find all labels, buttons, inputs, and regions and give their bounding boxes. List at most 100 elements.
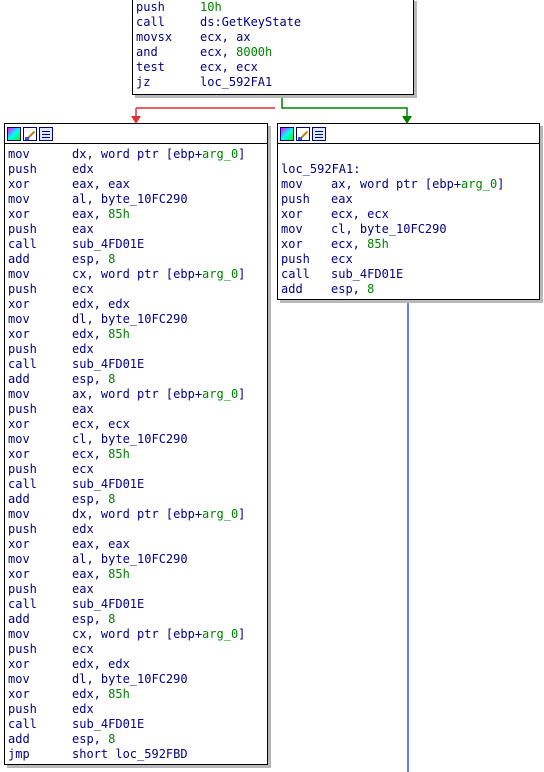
rename-icon[interactable] [296, 126, 310, 141]
operands: sub_4FD01E [72, 597, 144, 612]
instruction-line[interactable]: push eax [5, 582, 267, 597]
instruction-line[interactable]: jz loc_592FA1 [133, 75, 413, 90]
instruction-line[interactable]: mov cx, word ptr [ebp+arg_0] [5, 267, 267, 282]
constant-operand: 10h [200, 0, 222, 14]
operands: edx, 85h [72, 327, 130, 342]
instruction-line[interactable]: push ecx [5, 282, 267, 297]
instruction-line[interactable]: push ecx [5, 462, 267, 477]
mnemonic: xor [8, 537, 30, 551]
mnemonic: mov [8, 192, 30, 206]
instruction-line[interactable]: add esp, 8 [278, 282, 539, 297]
operands: eax, 85h [72, 207, 130, 222]
operands: ecx [72, 282, 94, 297]
operand-text: edx, [72, 327, 109, 341]
graph-overview-icon[interactable] [280, 126, 294, 141]
instruction-line[interactable]: test ecx, ecx [133, 60, 413, 75]
location-label[interactable]: loc_592FA1: [278, 162, 539, 177]
instruction-line[interactable]: xor edx, edx [5, 297, 267, 312]
instruction-line[interactable]: push edx [5, 702, 267, 717]
right-block-code: loc_592FA1: mov ax, word ptr [ebp+arg_0] p… [278, 144, 539, 297]
instruction-line[interactable]: mov dx, word ptr [ebp+arg_0] [5, 507, 267, 522]
right-code-block[interactable]: loc_592FA1: mov ax, word ptr [ebp+arg_0] p… [277, 123, 540, 300]
instruction-line[interactable]: mov cx, word ptr [ebp+arg_0] [5, 627, 267, 642]
instruction-line[interactable]: xor eax, 85h [5, 207, 267, 222]
instruction-line[interactable]: xor eax, eax [5, 537, 267, 552]
instruction-line[interactable]: xor ecx, ecx [5, 417, 267, 432]
instruction-line[interactable]: and ecx, 8000h [133, 45, 413, 60]
instruction-line[interactable]: mov al, byte_10FC290 [5, 192, 267, 207]
instruction-line[interactable]: xor eax, eax [5, 177, 267, 192]
operands: cx, word ptr [ebp+arg_0] [72, 267, 245, 282]
instruction-line[interactable]: mov al, byte_10FC290 [5, 552, 267, 567]
mnemonic: xor [8, 447, 30, 461]
mnemonic: mov [8, 627, 30, 641]
operands: loc_592FA1 [200, 75, 272, 90]
rename-icon[interactable] [23, 126, 37, 141]
operand-text: ecx, ecx [200, 60, 258, 74]
instruction-line[interactable]: add esp, 8 [5, 252, 267, 267]
instruction-line[interactable]: add esp, 8 [5, 372, 267, 387]
operand-text: esp, [72, 252, 109, 266]
operands: eax, eax [72, 177, 130, 192]
instruction-line[interactable]: call sub_4FD01E [5, 237, 267, 252]
instruction-line[interactable]: mov dl, byte_10FC290 [5, 672, 267, 687]
instruction-line[interactable]: xor eax, 85h [5, 567, 267, 582]
instruction-line[interactable]: movsx ecx, ax [133, 30, 413, 45]
instruction-line[interactable]: push edx [5, 162, 267, 177]
instruction-line[interactable]: add esp, 8 [5, 492, 267, 507]
operand-text: dl, byte_10FC290 [72, 672, 188, 686]
constant-operand: 8 [367, 282, 375, 296]
constant-operand: 8 [108, 252, 116, 266]
instruction-line[interactable]: mov ax, word ptr [ebp+arg_0] [278, 177, 539, 192]
operands: sub_4FD01E [72, 477, 144, 492]
operands: ecx, ecx [200, 60, 258, 75]
instruction-line[interactable]: push ecx [5, 642, 267, 657]
instruction-line[interactable]: xor edx, 85h [5, 327, 267, 342]
instruction-line[interactable]: xor edx, 85h [5, 687, 267, 702]
operand-text: ecx, [331, 237, 368, 251]
operands: sub_4FD01E [331, 267, 403, 282]
top-code-block[interactable]: push 10h call ds:GetKeyState movsx ecx, ax and… [132, 0, 414, 95]
instruction-line[interactable]: call sub_4FD01E [5, 477, 267, 492]
instruction-line[interactable]: jmp short loc_592FBD [5, 747, 267, 762]
instruction-line[interactable]: mov ax, word ptr [ebp+arg_0] [5, 387, 267, 402]
operands: eax [331, 192, 353, 207]
operand-text: sub_4FD01E [331, 267, 404, 281]
instruction-line[interactable]: push edx [5, 342, 267, 357]
left-code-block[interactable]: mov dx, word ptr [ebp+arg_0] push edx xor eax… [4, 123, 268, 765]
instruction-line[interactable]: push ecx [278, 252, 539, 267]
instruction-line[interactable]: push eax [5, 222, 267, 237]
instruction-line[interactable]: push 10h [133, 0, 413, 15]
instruction-line[interactable]: xor ecx, 85h [278, 237, 539, 252]
instruction-line[interactable]: push eax [278, 192, 539, 207]
instruction-line[interactable]: push edx [5, 522, 267, 537]
instruction-line[interactable]: xor edx, edx [5, 657, 267, 672]
instruction-line[interactable]: call sub_4FD01E [5, 717, 267, 732]
operand-text: esp, [72, 732, 109, 746]
operand-text: eax, eax [72, 537, 130, 551]
mnemonic: call [8, 237, 37, 251]
instruction-line[interactable]: mov dx, word ptr [ebp+arg_0] [5, 147, 267, 162]
instruction-line[interactable]: mov dl, byte_10FC290 [5, 312, 267, 327]
instruction-line[interactable]: xor ecx, ecx [278, 207, 539, 222]
operands: sub_4FD01E [72, 717, 144, 732]
operands: ecx, ecx [72, 417, 130, 432]
instruction-line[interactable]: add esp, 8 [5, 612, 267, 627]
instruction-line[interactable]: call sub_4FD01E [278, 267, 539, 282]
instruction-line[interactable]: mov cl, byte_10FC290 [5, 432, 267, 447]
instruction-line[interactable]: push eax [5, 402, 267, 417]
list-view-icon[interactable] [312, 126, 326, 141]
mnemonic: push [8, 462, 37, 476]
operands: dx, word ptr [ebp+arg_0] [72, 507, 245, 522]
instruction-line[interactable]: call sub_4FD01E [5, 357, 267, 372]
graph-overview-icon[interactable] [7, 126, 21, 141]
instruction-line[interactable]: call ds:GetKeyState [133, 15, 413, 30]
instruction-line[interactable]: add esp, 8 [5, 732, 267, 747]
list-view-icon[interactable] [39, 126, 53, 141]
instruction-line[interactable]: call sub_4FD01E [5, 597, 267, 612]
mnemonic: push [8, 582, 37, 596]
operands: cx, word ptr [ebp+arg_0] [72, 627, 245, 642]
instruction-line[interactable]: xor ecx, 85h [5, 447, 267, 462]
instruction-line[interactable]: mov cl, byte_10FC290 [278, 222, 539, 237]
mnemonic: xor [8, 417, 30, 431]
